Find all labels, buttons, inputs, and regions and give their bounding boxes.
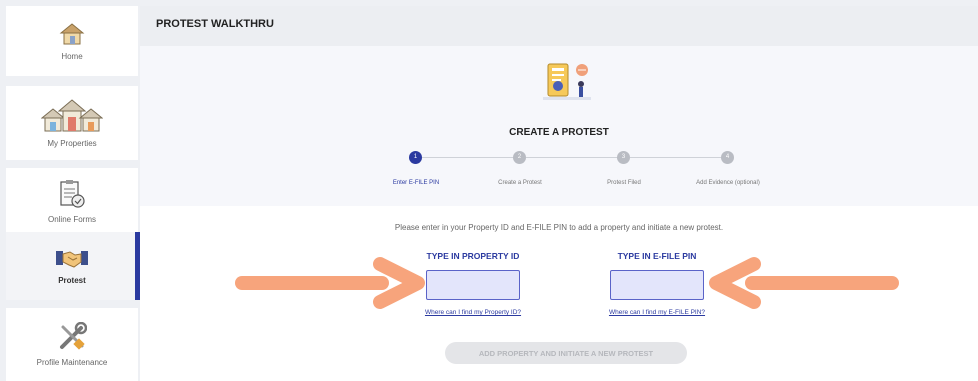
step-2-label: Create a Protest xyxy=(498,180,542,186)
sidebar-item-my-properties[interactable]: My Properties xyxy=(6,86,138,160)
forms-icon xyxy=(60,179,85,208)
home-icon xyxy=(59,22,85,44)
sidebar-item-label: My Properties xyxy=(47,138,97,148)
handshake-icon xyxy=(56,250,88,268)
page-title: PROTEST WALKTHRU xyxy=(156,18,274,30)
protest-illustration-icon xyxy=(543,63,591,100)
sidebar-item-online-forms[interactable]: Online Forms xyxy=(6,168,138,234)
step-3-indicator: 3 xyxy=(617,151,630,164)
step-4-indicator: 4 xyxy=(721,151,734,164)
step-connector xyxy=(422,157,515,158)
step-connector xyxy=(630,157,723,158)
sidebar-item-label: Profile Maintenance xyxy=(36,358,108,367)
page-header: PROTEST WALKTHRU xyxy=(140,6,978,46)
annotation-arrow-right-icon xyxy=(235,257,425,309)
instructions-text: Please enter in your Property ID and E-F… xyxy=(394,223,724,232)
sidebar-item-home[interactable]: Home xyxy=(6,6,138,76)
property-id-help-link[interactable]: Where can I find my Property ID? xyxy=(373,309,573,316)
houses-icon xyxy=(41,98,103,131)
annotation-arrow-left-icon xyxy=(709,257,899,309)
step-2-indicator: 2 xyxy=(513,151,526,164)
efile-pin-input[interactable] xyxy=(610,270,704,300)
property-id-input[interactable] xyxy=(426,270,520,300)
step-3-label: Protest Filed xyxy=(607,180,641,186)
sidebar-item-protest[interactable]: Protest xyxy=(6,232,140,300)
sidebar-item-label: Home xyxy=(61,51,83,61)
step-1-indicator: 1 xyxy=(409,151,422,164)
sidebar: Home My Properties Online Forms Protest … xyxy=(6,6,140,381)
step-connector xyxy=(526,157,619,158)
add-property-button[interactable]: ADD PROPERTY AND INITIATE A NEW PROTEST xyxy=(445,342,687,364)
sidebar-item-label: Protest xyxy=(58,275,86,285)
progress-stepper: 1 2 3 4 Enter E-FILE PIN Create a Protes… xyxy=(370,151,770,191)
step-1-label: Enter E-FILE PIN xyxy=(392,180,440,186)
sidebar-item-profile-maintenance[interactable]: Profile Maintenance xyxy=(6,308,138,381)
sidebar-item-label: Online Forms xyxy=(47,214,96,224)
efile-pin-help-link[interactable]: Where can I find my E-FILE PIN? xyxy=(557,309,757,316)
main-panel: PROTEST WALKTHRU CREATE A PROTEST 1 2 3 … xyxy=(140,6,978,381)
step-4-label: Add Evidence (optional) xyxy=(696,180,760,186)
create-protest-title: CREATE A PROTEST xyxy=(509,127,609,138)
tools-icon xyxy=(60,322,87,350)
